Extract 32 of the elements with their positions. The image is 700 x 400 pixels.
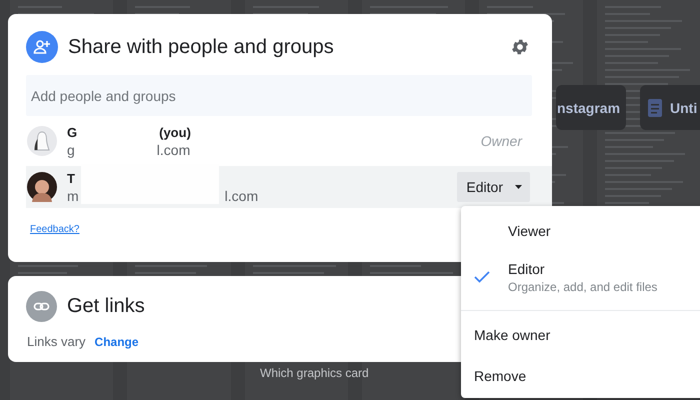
role-label: Owner xyxy=(480,133,522,149)
person-email: g xyxy=(67,142,75,158)
change-link[interactable]: Change xyxy=(94,335,139,349)
dialog-title: Share with people and groups xyxy=(68,36,335,58)
document-icon xyxy=(648,98,662,116)
person-email: m xyxy=(67,188,79,204)
file-tile[interactable]: Unti xyxy=(640,85,700,130)
document-heading: Which graphics card xyxy=(260,366,369,380)
person-email: l.com xyxy=(156,142,190,158)
add-person-icon xyxy=(26,31,58,63)
feedback-link[interactable]: Feedback? xyxy=(30,224,80,235)
caret-icon xyxy=(515,185,522,189)
link-icon xyxy=(26,291,57,322)
add-people-field[interactable]: Add people and groups xyxy=(26,75,532,116)
menu-item[interactable]: Make owner xyxy=(461,315,700,356)
file-tile[interactable]: nstagram xyxy=(556,85,626,130)
avatar-icon xyxy=(27,126,57,156)
avatar-icon xyxy=(27,172,57,202)
person-email: l.com xyxy=(224,188,258,204)
person-row[interactable]: T m l.com Editor xyxy=(26,166,552,208)
menu-item-description: Organize, add, and edit files xyxy=(508,280,658,294)
dialog-title: Get links xyxy=(67,295,145,318)
person-name: (you) xyxy=(159,124,191,140)
menu-item-label[interactable]: Editor xyxy=(508,261,658,277)
role-dropdown[interactable]: Editor xyxy=(457,172,530,202)
menu-item[interactable]: Remove xyxy=(461,356,700,397)
person-name: G xyxy=(67,124,78,140)
person-name: T xyxy=(67,170,75,186)
settings-icon[interactable] xyxy=(510,37,530,57)
menu-item-label[interactable]: Viewer xyxy=(508,223,551,239)
link-status: Links vary xyxy=(27,334,86,349)
person-row[interactable]: G (you) g l.com Owner xyxy=(26,120,552,162)
